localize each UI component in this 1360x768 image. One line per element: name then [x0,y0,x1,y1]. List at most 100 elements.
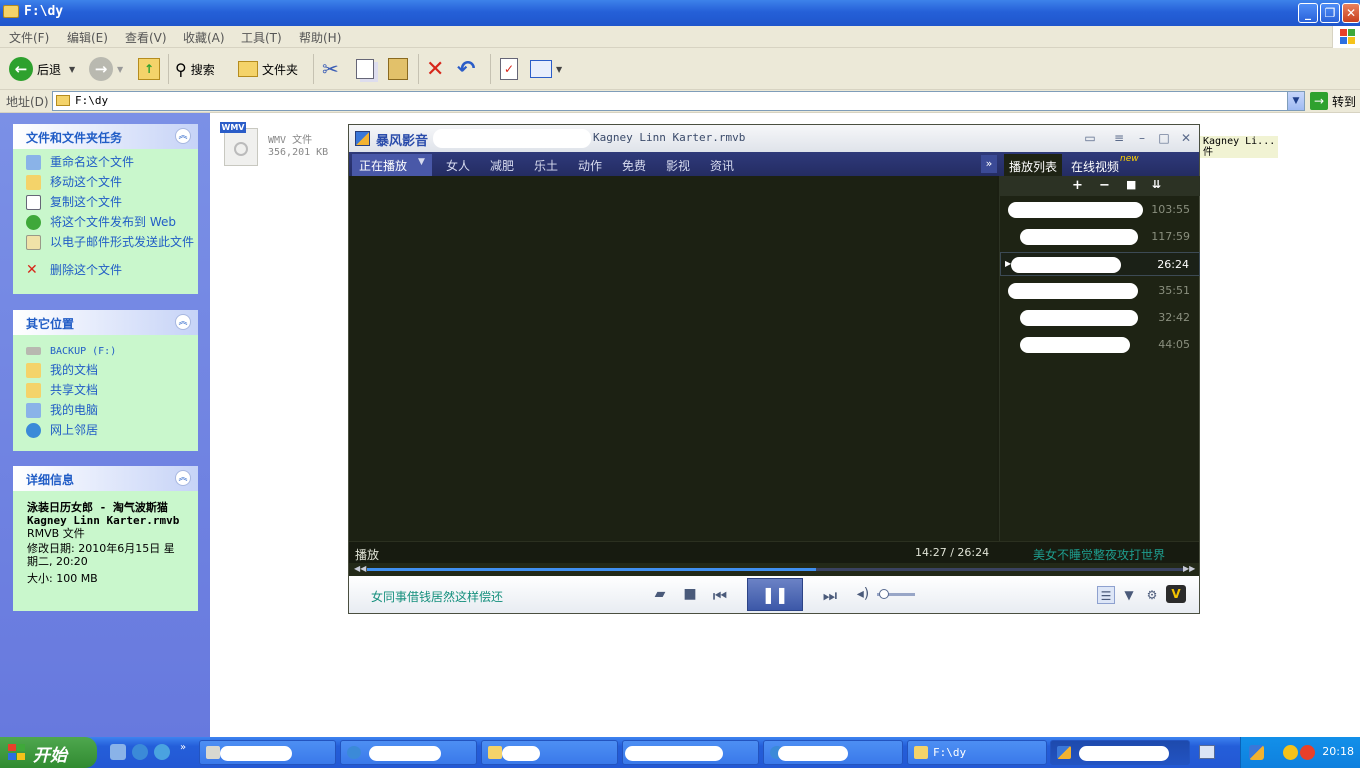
details-header[interactable]: 详细信息 ︽ [13,466,198,491]
skin-icon[interactable]: ▼ [1120,586,1138,604]
menu-edit[interactable]: 编辑(E) [67,29,108,46]
chat-icon[interactable]: ▭ [1081,129,1099,147]
previous-icon[interactable]: ⏮ [711,586,729,606]
collapse-icon[interactable]: ︽ [175,128,191,144]
player-tray-icon[interactable] [1249,745,1264,760]
player-close-button[interactable]: ✕ [1177,129,1195,147]
show-desktop-icon[interactable] [110,744,126,760]
folders-button[interactable]: 文件夹 [238,56,298,82]
copy-icon[interactable] [356,56,374,82]
tab-free[interactable]: 免费 [622,157,646,174]
menu-icon[interactable]: ≡ [1110,129,1128,147]
address-dropdown-button[interactable]: ▼ [1287,92,1304,110]
ad-link[interactable]: 美女不睡觉整夜攻打世界 [1033,546,1165,563]
keyboard-icon[interactable] [1199,745,1215,759]
expand-panel-icon[interactable]: » [981,155,997,173]
other-places-header[interactable]: 其它位置 ︽ [13,310,198,335]
chevron-down-icon[interactable]: ▼ [418,157,425,167]
media-player-window[interactable]: 暴风影音 Kagney Linn Karter.rmvb ▭ ≡ – □ ✕ 正… [348,124,1200,614]
up-folder-button[interactable]: ↑ [138,56,160,82]
menu-file[interactable]: 文件(F) [9,29,49,46]
add-icon[interactable]: + [1072,178,1083,193]
quick-launch-more-icon[interactable]: » [180,742,186,753]
search-button[interactable]: ⚲ 搜索 [175,56,215,82]
forward-button[interactable]: → ▼ [89,56,123,82]
go-button[interactable]: → 转到 [1310,92,1356,110]
task-email[interactable]: 以电子邮件形式发送此文件 [13,235,198,263]
tab-playlist[interactable]: 播放列表 [1004,154,1063,176]
settings-icon[interactable]: ⚙ [1143,586,1161,604]
playlist-item[interactable]: ▶ 26:24 [1000,252,1200,276]
stop-icon[interactable]: ■ [681,586,699,602]
tray-app-icon[interactable] [1283,745,1298,760]
playlist-toggle-icon[interactable]: ☰ [1097,586,1115,604]
tab-action[interactable]: 动作 [578,157,602,174]
taskbar-button[interactable] [340,740,477,765]
tab-online-video[interactable]: 在线视频 [1066,154,1124,176]
address-input[interactable]: F:\dy ▼ [52,91,1305,111]
tab-diet[interactable]: 减肥 [490,157,514,174]
collapse-icon[interactable]: ︽ [175,470,191,486]
player-minimize-button[interactable]: – [1133,129,1151,147]
taskbar-button[interactable] [481,740,618,765]
volume-handle[interactable] [879,589,889,599]
tab-paradise[interactable]: 乐土 [534,157,558,174]
maximize-button[interactable]: ❐ [1320,3,1340,23]
properties-icon[interactable]: ✓ [500,56,518,82]
media-icon[interactable] [154,744,170,760]
minimize-button[interactable]: _ [1298,3,1318,23]
tab-now-playing[interactable]: 正在播放 [359,157,407,174]
taskbar-button[interactable] [622,740,759,765]
taskbar-button[interactable] [763,740,903,765]
task-move[interactable]: 移动这个文件 [13,175,198,195]
menu-tools[interactable]: 工具(T) [241,29,282,46]
bottom-message-link[interactable]: 女同事借钱居然这样偿还 [371,588,503,605]
views-button[interactable]: ▼ [530,56,562,82]
volume-icon[interactable]: ◂) [854,586,872,602]
undo-icon[interactable]: ↶ [457,56,475,82]
sort-icon[interactable]: ⇊ [1152,178,1161,191]
menu-help[interactable]: 帮助(H) [299,29,341,46]
collapse-icon[interactable]: ︽ [175,314,191,330]
menu-favorites[interactable]: 收藏(A) [183,29,225,46]
ie-icon[interactable] [132,744,148,760]
cut-icon[interactable]: ✂ [322,56,339,82]
delete-icon[interactable]: ✕ [426,56,444,82]
player-maximize-button[interactable]: □ [1155,129,1173,147]
playlist-item[interactable]: 32:42 [1000,306,1200,330]
playlist-item[interactable]: 44:05 [1000,333,1200,357]
place-my-documents[interactable]: 我的文档 [13,363,198,383]
start-button[interactable]: 开始 [0,737,97,768]
playlist-item[interactable]: 117:59 [1000,225,1200,249]
place-network[interactable]: 网上邻居 [13,423,198,443]
window-title-bar[interactable]: F:\dy _ ❐ ✕ [0,0,1360,26]
task-delete[interactable]: ✕ 删除这个文件 [13,263,198,283]
place-shared-documents[interactable]: 共享文档 [13,383,198,403]
open-file-icon[interactable]: ▰ [651,586,669,602]
next-icon[interactable]: ⏭ [821,586,839,606]
rewind-icon[interactable]: ◀◀ [354,564,366,573]
trash-icon[interactable]: ■ [1126,178,1136,191]
back-button[interactable]: ← 后退 ▼ [9,56,75,82]
seek-bar[interactable]: ◀◀ ▶▶ [349,563,1199,576]
tab-women[interactable]: 女人 [446,157,470,174]
remove-icon[interactable]: − [1099,178,1110,193]
fast-forward-icon[interactable]: ▶▶ [1183,564,1195,573]
video-area[interactable] [349,176,997,541]
playlist-item[interactable]: 103:55 [1000,198,1200,222]
place-my-computer[interactable]: 我的电脑 [13,403,198,423]
taskbar-button-folder[interactable]: F:\dy [907,740,1047,765]
player-title-bar[interactable]: 暴风影音 Kagney Linn Karter.rmvb ▭ ≡ – □ ✕ [349,125,1199,152]
menu-view[interactable]: 查看(V) [125,29,167,46]
file-tasks-header[interactable]: 文件和文件夹任务 ︽ [13,124,198,149]
place-backup-drive[interactable]: BACKUP (F:) [13,343,198,363]
pause-button[interactable]: ❚❚ [747,578,803,611]
task-publish-web[interactable]: 将这个文件发布到 Web [13,215,198,235]
close-button[interactable]: ✕ [1342,3,1360,23]
wmv-file-icon[interactable]: WMV [220,122,260,166]
playlist-item[interactable]: 35:51 [1000,279,1200,303]
vip-icon[interactable]: V [1166,585,1186,603]
task-rename[interactable]: 重命名这个文件 [13,155,198,175]
taskbar-button-player[interactable] [1050,740,1190,765]
task-copy[interactable]: 复制这个文件 [13,195,198,215]
